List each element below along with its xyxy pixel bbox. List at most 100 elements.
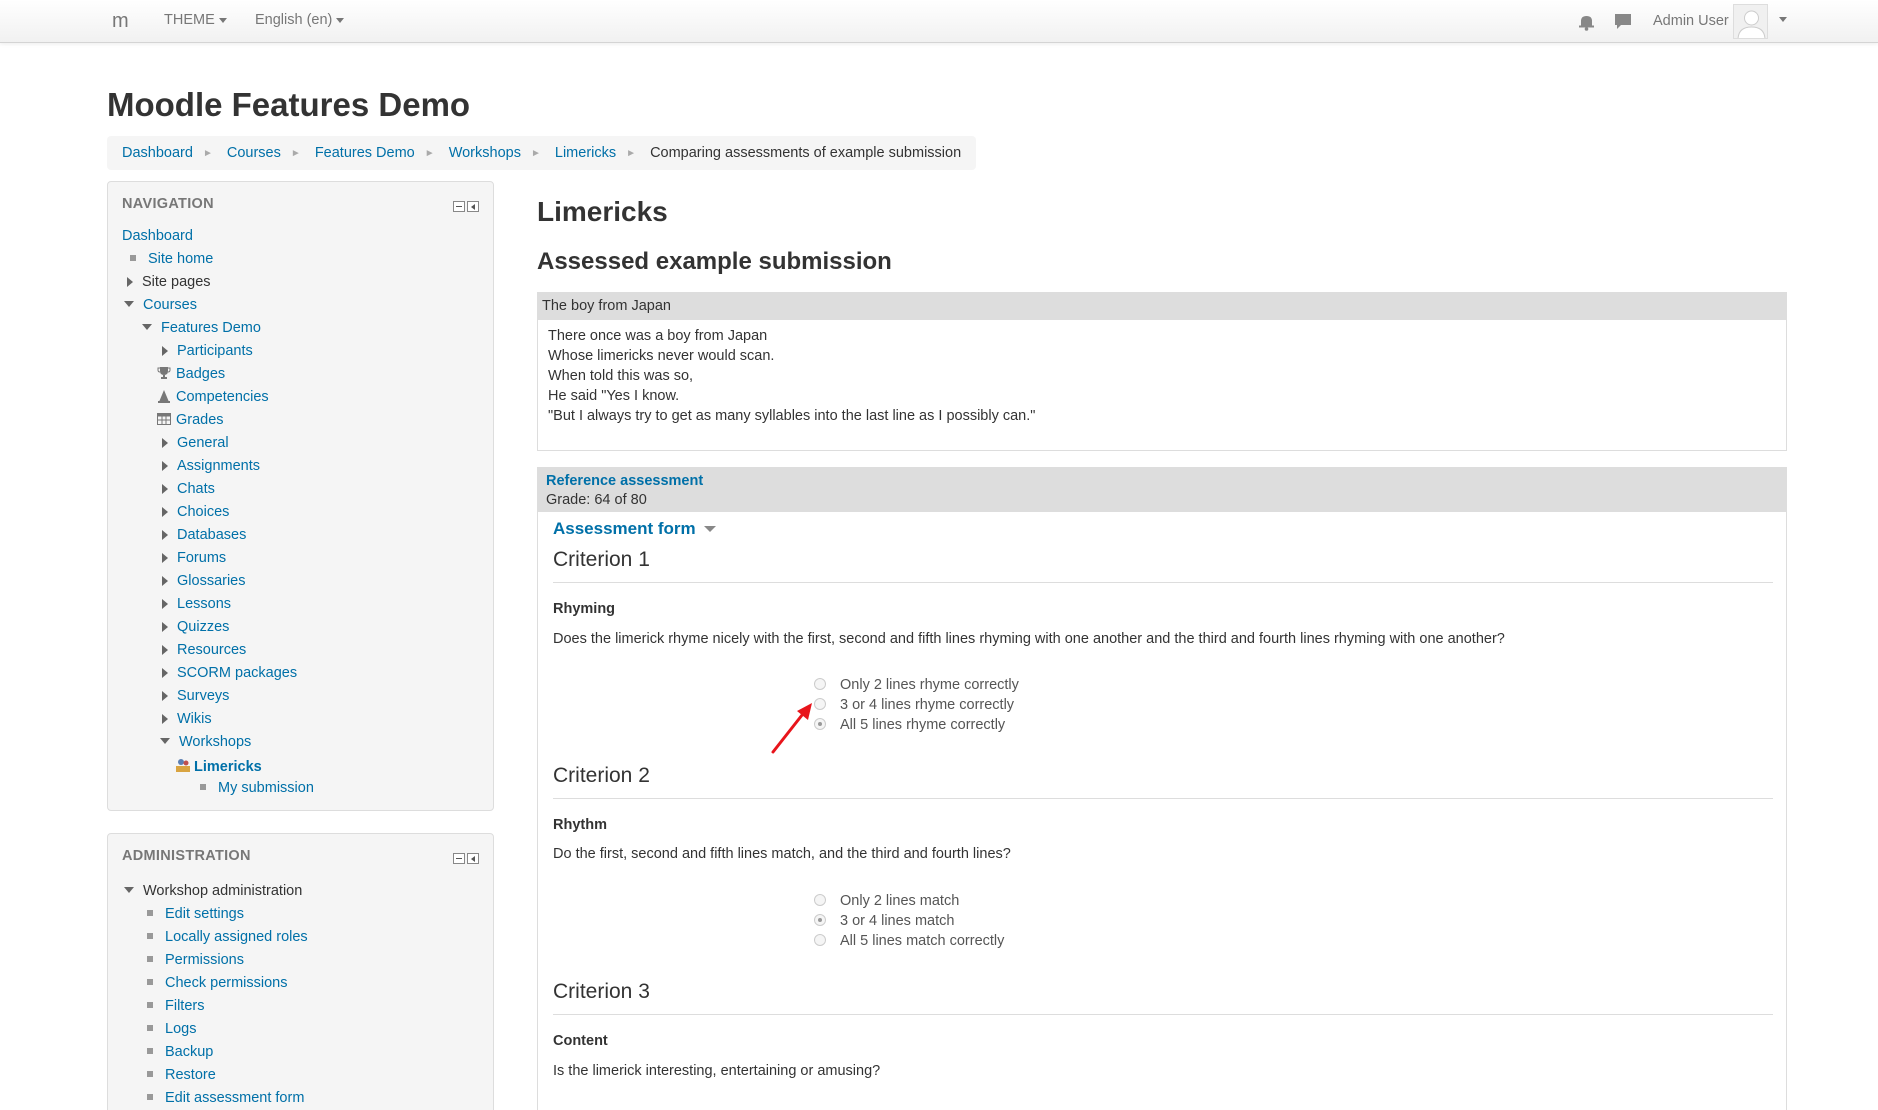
dock-icon[interactable] xyxy=(467,201,479,212)
chevron-right-icon xyxy=(162,553,168,563)
nav-assignments[interactable]: Assignments xyxy=(162,458,260,478)
dock-icon[interactable] xyxy=(467,853,479,864)
breadcrumb-dashboard[interactable]: Dashboard xyxy=(122,145,193,161)
chat-icon[interactable] xyxy=(1614,13,1632,30)
reference-assessment-title[interactable]: Reference assessment xyxy=(546,472,1778,491)
bullet-icon xyxy=(147,933,153,939)
bullet-icon xyxy=(147,910,153,916)
breadcrumb-limericks[interactable]: Limericks xyxy=(555,145,616,161)
reference-grade: Grade: 64 of 80 xyxy=(546,492,647,508)
nav-wikis[interactable]: Wikis xyxy=(162,711,212,731)
option-row[interactable]: All 5 lines rhyme correctly xyxy=(814,715,1019,735)
breadcrumb-workshops[interactable]: Workshops xyxy=(449,145,521,161)
chevron-down-icon[interactable] xyxy=(1779,17,1787,22)
admin-logs[interactable]: Logs xyxy=(144,1021,196,1041)
theme-menu[interactable]: THEME xyxy=(164,12,227,28)
criterion-2: Criterion 2 Rhythm Do the first, second … xyxy=(553,764,1773,949)
admin-filters[interactable]: Filters xyxy=(144,998,204,1018)
nav-badges[interactable]: Badges xyxy=(157,366,225,386)
nav-my-submission[interactable]: My submission xyxy=(197,780,314,800)
radio-button[interactable] xyxy=(814,678,826,690)
submission-line: When told this was so, xyxy=(548,368,694,384)
bullet-icon xyxy=(147,1025,153,1031)
nav-chats[interactable]: Chats xyxy=(162,481,215,501)
chevron-right-icon xyxy=(162,599,168,609)
nav-competencies[interactable]: Competencies xyxy=(157,389,269,409)
nav-forums[interactable]: Forums xyxy=(162,550,226,570)
chevron-down-icon xyxy=(160,738,170,744)
nav-participants[interactable]: Participants xyxy=(162,343,253,363)
radio-button[interactable] xyxy=(814,894,826,906)
nav-general[interactable]: General xyxy=(162,435,229,455)
minimize-icon[interactable] xyxy=(453,853,465,864)
admin-restore[interactable]: Restore xyxy=(144,1067,216,1087)
annotation-arrow-icon xyxy=(771,703,812,754)
nav-grades[interactable]: Grades xyxy=(157,412,224,432)
criterion-heading: Criterion 2 xyxy=(553,764,1773,799)
option-row[interactable]: All 5 lines match correctly xyxy=(814,931,1004,951)
chevron-down-icon xyxy=(142,324,152,330)
bullet-icon xyxy=(147,1002,153,1008)
nav-quizzes[interactable]: Quizzes xyxy=(162,619,229,639)
minimize-icon[interactable] xyxy=(453,201,465,212)
admin-local-roles[interactable]: Locally assigned roles xyxy=(144,929,308,949)
workshop-icon xyxy=(176,759,190,772)
nav-features-demo[interactable]: Features Demo xyxy=(142,320,261,340)
bell-icon[interactable] xyxy=(1578,13,1595,31)
admin-permissions[interactable]: Permissions xyxy=(144,952,244,972)
nav-resources[interactable]: Resources xyxy=(162,642,246,662)
bullet-icon xyxy=(147,979,153,985)
admin-workshop-administration[interactable]: Workshop administration xyxy=(124,883,302,903)
nav-courses[interactable]: Courses xyxy=(124,297,197,317)
chevron-right-icon xyxy=(162,484,168,494)
nav-limericks[interactable]: Limericks xyxy=(175,757,262,777)
moodle-logo[interactable]: m xyxy=(112,10,129,33)
option-row[interactable]: 3 or 4 lines rhyme correctly xyxy=(814,695,1019,715)
assessment-form-toggle[interactable]: Assessment form xyxy=(553,519,716,539)
nav-glossaries[interactable]: Glossaries xyxy=(162,573,246,593)
navigation-block: NAVIGATION Dashboard Site home Site page… xyxy=(107,181,494,811)
admin-edit-assessment-form[interactable]: Edit assessment form xyxy=(144,1090,304,1110)
nav-choices[interactable]: Choices xyxy=(162,504,229,524)
breadcrumb-features-demo[interactable]: Features Demo xyxy=(315,145,415,161)
criterion-options: Only 2 lines match 3 or 4 lines match Al… xyxy=(814,891,1004,951)
language-menu[interactable]: English (en) xyxy=(255,12,345,28)
chevron-down-icon xyxy=(124,301,134,307)
criterion-name: Rhythm xyxy=(553,817,607,833)
breadcrumb-courses[interactable]: Courses xyxy=(227,145,281,161)
chevron-right-icon xyxy=(162,576,168,586)
admin-backup[interactable]: Backup xyxy=(144,1044,213,1064)
nav-site-pages[interactable]: Site pages xyxy=(127,274,211,294)
page-heading: Limericks xyxy=(537,196,668,227)
admin-edit-settings[interactable]: Edit settings xyxy=(144,906,244,926)
nav-databases[interactable]: Databases xyxy=(162,527,246,547)
nav-workshops[interactable]: Workshops xyxy=(160,734,251,754)
radio-button-selected[interactable] xyxy=(814,914,826,926)
block-controls xyxy=(451,851,479,869)
breadcrumb-separator-icon: ► xyxy=(202,148,213,159)
nav-surveys[interactable]: Surveys xyxy=(162,688,229,708)
user-name[interactable]: Admin User xyxy=(1653,13,1729,29)
breadcrumb-current: Comparing assessments of example submiss… xyxy=(650,145,962,161)
chevron-right-icon xyxy=(162,346,168,356)
grades-table-icon xyxy=(157,413,171,425)
nav-lessons[interactable]: Lessons xyxy=(162,596,231,616)
chevron-right-icon xyxy=(162,645,168,655)
nav-scorm[interactable]: SCORM packages xyxy=(162,665,297,685)
chevron-down-icon xyxy=(218,17,227,23)
bullet-icon xyxy=(200,784,206,790)
chevron-down-icon xyxy=(336,17,345,23)
avatar-icon[interactable] xyxy=(1733,4,1768,39)
submission-line: Whose limericks never would scan. xyxy=(548,348,775,364)
option-row[interactable]: 3 or 4 lines match xyxy=(814,911,1004,931)
option-row[interactable]: Only 2 lines rhyme correctly xyxy=(814,675,1019,695)
bullet-icon xyxy=(147,956,153,962)
chevron-right-icon xyxy=(162,622,168,632)
nav-site-home[interactable]: Site home xyxy=(127,251,213,271)
option-row[interactable]: Only 2 lines match xyxy=(814,891,1004,911)
navigation-block-title: NAVIGATION xyxy=(122,196,214,212)
example-submission: The boy from Japan There once was a boy … xyxy=(537,292,1787,451)
radio-button[interactable] xyxy=(814,934,826,946)
admin-check-permissions[interactable]: Check permissions xyxy=(144,975,288,995)
nav-dashboard[interactable]: Dashboard xyxy=(122,228,193,248)
